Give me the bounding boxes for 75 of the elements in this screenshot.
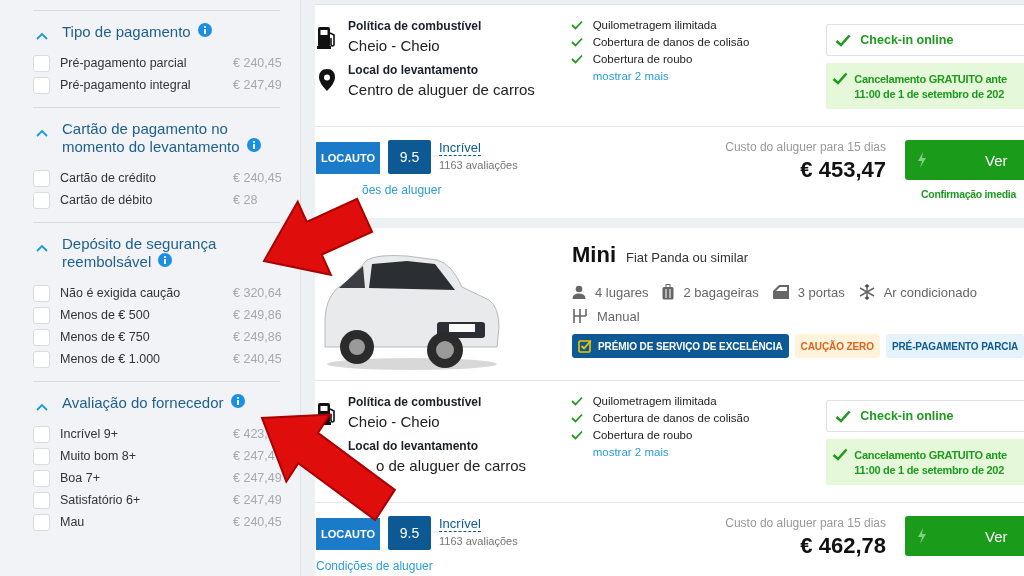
cancellation-text: Cancelamento GRATUITO ante bbox=[854, 72, 1007, 87]
filter-option-price: € 247,49 bbox=[233, 493, 280, 507]
car-feature: Ar condicionado bbox=[883, 284, 977, 300]
inclusion-text: Cobertura de danos de colisão bbox=[592, 412, 750, 424]
filter-option-label[interactable]: Menos de € 1.000 bbox=[60, 352, 233, 366]
inclusion-text: Quilometragem ilimitada bbox=[592, 395, 717, 407]
filter-option-label[interactable]: Muito bom 8+ bbox=[60, 449, 233, 463]
filter-option-label[interactable]: Menos de € 500 bbox=[60, 308, 233, 322]
rating-link[interactable]: Incrível bbox=[439, 516, 481, 532]
rating-score: 9.5 bbox=[388, 516, 431, 550]
car-feature: Manual bbox=[597, 308, 640, 324]
review-count: 1163 avaliações bbox=[439, 535, 518, 547]
filter-option-price: € 249,86 bbox=[233, 308, 280, 322]
cancellation-text: Cancelamento GRATUITO ante bbox=[854, 448, 1007, 463]
filter-option-label[interactable]: Não é exigida caução bbox=[60, 286, 233, 300]
filter-option-price: € 423, bbox=[233, 427, 269, 441]
badge: CAUÇÃO ZERO bbox=[794, 334, 880, 358]
view-button[interactable]: Ver bbox=[905, 140, 1024, 180]
filter-option-price: € 240,45 bbox=[233, 56, 280, 70]
fuel-policy-value: Cheio - Cheio bbox=[348, 37, 441, 54]
view-button[interactable]: Ver bbox=[905, 516, 1024, 556]
rating-score: 9.5 bbox=[388, 140, 431, 174]
filter-option-price: € 240,45 bbox=[233, 515, 280, 529]
filter-option-price: € 247,4 bbox=[233, 449, 276, 463]
filter-option-price: € 240,45 bbox=[233, 171, 280, 185]
review-count: 1163 avaliações bbox=[439, 159, 518, 171]
filter-option-price: € 28 bbox=[233, 193, 259, 207]
inclusion-text: Quilometragem ilimitada bbox=[592, 19, 717, 31]
filter-option-price: € 247,49 bbox=[233, 471, 280, 485]
filter-option-label[interactable]: Incrível 9+ bbox=[60, 427, 233, 441]
filter-option-label[interactable]: Cartão de débito bbox=[60, 193, 233, 207]
fuel-policy-value: Cheio - Cheio bbox=[348, 413, 441, 430]
fuel-policy-label: Política de combustível bbox=[348, 19, 482, 33]
filter-option-label[interactable]: Pré-pagamento integral bbox=[60, 78, 233, 92]
filter-option-label[interactable]: Satisfatório 6+ bbox=[60, 493, 233, 507]
car-feature: 2 bagageiras bbox=[683, 284, 759, 300]
pickup-value: o de aluguer de carros bbox=[376, 457, 527, 474]
cancellation-text: 11:00 de 1 de setembro de 202 bbox=[854, 463, 1005, 478]
badge: PRÉMIO DE SERVIÇO DE EXCELÊNCIA bbox=[572, 334, 789, 358]
badge: PRÉ-PAGAMENTO PARCIA bbox=[885, 334, 1024, 358]
rating-link[interactable]: Incrível bbox=[439, 140, 481, 156]
filter-option-label[interactable]: Mau bbox=[60, 515, 233, 529]
checkin-text: Check-in online bbox=[860, 409, 954, 423]
inclusion-text: Cobertura de danos de colisão bbox=[592, 36, 750, 48]
pickup-value: Centro de aluguer de carros bbox=[348, 81, 535, 98]
inclusion-text: Cobertura de roubo bbox=[592, 429, 693, 441]
filter-option-label[interactable]: Cartão de crédito bbox=[60, 171, 233, 185]
filter-option-price: € 240,45 bbox=[233, 352, 280, 366]
total-price: € 462,78 bbox=[800, 533, 886, 559]
filter-option-price: € 249,86 bbox=[233, 330, 280, 344]
filter-option-price: € 320,64 bbox=[233, 286, 280, 300]
filter-section-title[interactable]: Depósito de segurança reembolsável bbox=[62, 235, 267, 271]
car-feature: 4 lugares bbox=[595, 284, 649, 300]
filter-option-label[interactable]: Menos de € 750 bbox=[60, 330, 233, 344]
price-label: Custo do aluguer para 15 dias bbox=[725, 516, 886, 530]
filter-section-title[interactable]: Tipo de pagamento bbox=[62, 23, 267, 41]
fuel-policy-label: Política de combustível bbox=[348, 395, 482, 409]
pickup-label: Local do levantamento bbox=[348, 63, 480, 77]
supplier-logo: LOCAUTO bbox=[316, 142, 380, 174]
price-label: Custo do aluguer para 15 dias bbox=[725, 140, 886, 154]
supplier-logo: LOCAUTO bbox=[316, 518, 380, 550]
instant-confirmation-text: Confirmação imedia bbox=[921, 188, 1018, 200]
filter-option-label[interactable]: Pré-pagamento parcial bbox=[60, 56, 233, 70]
car-category: Mini bbox=[572, 242, 616, 268]
car-feature: 3 portas bbox=[797, 284, 845, 300]
filter-option-price: € 247,49 bbox=[233, 78, 280, 92]
filter-section-title[interactable]: Avaliação do fornecedor bbox=[62, 394, 267, 412]
pickup-label: Local do levantamento bbox=[348, 439, 480, 453]
cancellation-text: 11:00 de 1 de setembro de 202 bbox=[854, 87, 1005, 102]
filter-section-title[interactable]: Cartão de pagamento no momento do levantamento bbox=[62, 120, 267, 156]
inclusion-text: Cobertura de roubo bbox=[592, 53, 693, 65]
car-model: Fiat Panda ou similar bbox=[626, 250, 749, 265]
filter-option-label[interactable]: Boa 7+ bbox=[60, 471, 233, 485]
checkin-text: Check-in online bbox=[860, 33, 954, 47]
total-price: € 453,47 bbox=[800, 157, 886, 183]
